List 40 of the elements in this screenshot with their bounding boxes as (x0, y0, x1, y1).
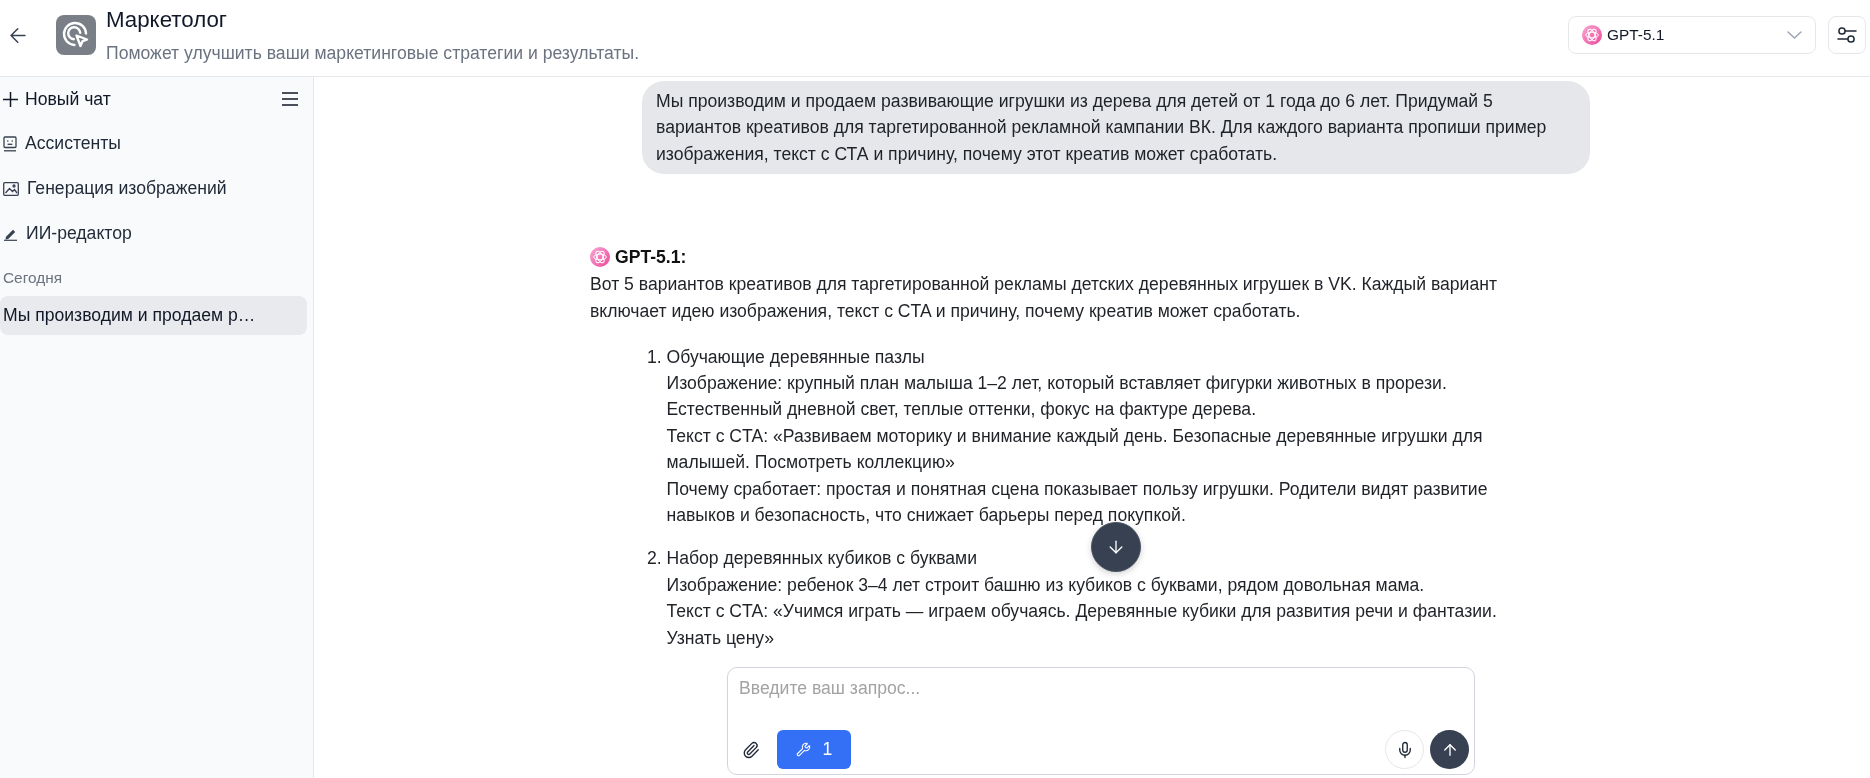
model-logo-icon (590, 247, 610, 268)
sliders-icon (1837, 27, 1857, 43)
section-label: Сегодня (2, 268, 63, 288)
list-item-title: Обучающие деревянные пазлы (666, 345, 925, 369)
image-icon (3, 181, 19, 196)
settings-button[interactable] (1828, 16, 1866, 54)
list-item-text: Почему сработает: простая и понятная сцена показывает пользу игрушки. Родители видят развитие навыков и безопасность, что снижает барьеры перед покупкой. (666, 477, 1489, 528)
model-select[interactable]: GPT-5.1 (1568, 16, 1816, 54)
paperclip-icon (742, 740, 760, 759)
chat-item[interactable]: Мы производим и продаем р… (0, 296, 307, 335)
wrench-icon (795, 742, 811, 757)
message-text: Вот 5 вариантов креативов для таргетированной рекламы детских деревянных игрушек в VK. Каждый вариант включает идею изображения, текст с CTA и причину, почему креатив может сработать. (590, 272, 1498, 324)
user-message: Мы производим и продаем развивающие игрушки из дерева для детей от 1 года до 6 лет. Придумай 5 вариантов креативов для таргетированной рекламной кампании ВК. Для каждого варианта пропиши пример изображения, текст с СТА и причину, почему этот креатив может сработать. (642, 81, 1590, 175)
menu-icon (282, 92, 298, 106)
sidebar-item[interactable]: ИИ-редактор (0, 211, 307, 256)
assistant-description: Поможет улучшить ваши маркетинговые стратегии и результаты. (106, 42, 640, 64)
microphone-button[interactable] (1385, 730, 1424, 769)
message-author: GPT-5.1: (615, 246, 687, 270)
list-item-title: Набор деревянных кубиков с буквами (666, 547, 978, 571)
list-item-text: Текст с CTA: «Развиваем моторику и внимание каждый день. Безопасные деревянные игрушки для малышей. Посмотреть коллекцию» (666, 424, 1484, 475)
menu-button[interactable] (282, 92, 298, 106)
plus-icon (3, 91, 18, 107)
list-item-text: Изображение: ребенок 3–4 лет строит башню из кубиков с буквами, рядом довольная мама. (666, 573, 1425, 597)
prompt-input[interactable]: Введите ваш запрос... (728, 668, 1474, 730)
model-logo-icon (1582, 25, 1602, 45)
list-item-text: Изображение: крупный план малыша 1–2 лет, который вставляет фигурки животных в прорези. Естественный дневной свет, теплые оттенки, фокус на фактуре дерева. (666, 372, 1448, 422)
send-button[interactable] (1430, 730, 1469, 769)
robot-face-icon (3, 135, 17, 152)
tools-button[interactable]: 1 (777, 730, 851, 769)
new-chat-button[interactable]: Новый чат (3, 88, 111, 110)
chevron-down-icon (1787, 31, 1802, 39)
arrow-left-icon (10, 27, 26, 43)
assistant-title: Маркетолог (106, 6, 228, 34)
sidebar-item[interactable]: Генерация изображений (0, 166, 307, 211)
list-number: 1. (647, 345, 663, 369)
target-cursor-icon (56, 15, 96, 55)
list-item-text: Текст с CTA: «Учимся играть — играем обучаясь. Деревянные кубики для развития речи и фантазии. Узнать цену» (666, 600, 1498, 650)
prompt-box[interactable]: Введите ваш запрос... 1 (727, 667, 1475, 775)
list-number: 2. (647, 547, 663, 571)
sidebar-item[interactable]: Ассистенты (0, 121, 307, 166)
